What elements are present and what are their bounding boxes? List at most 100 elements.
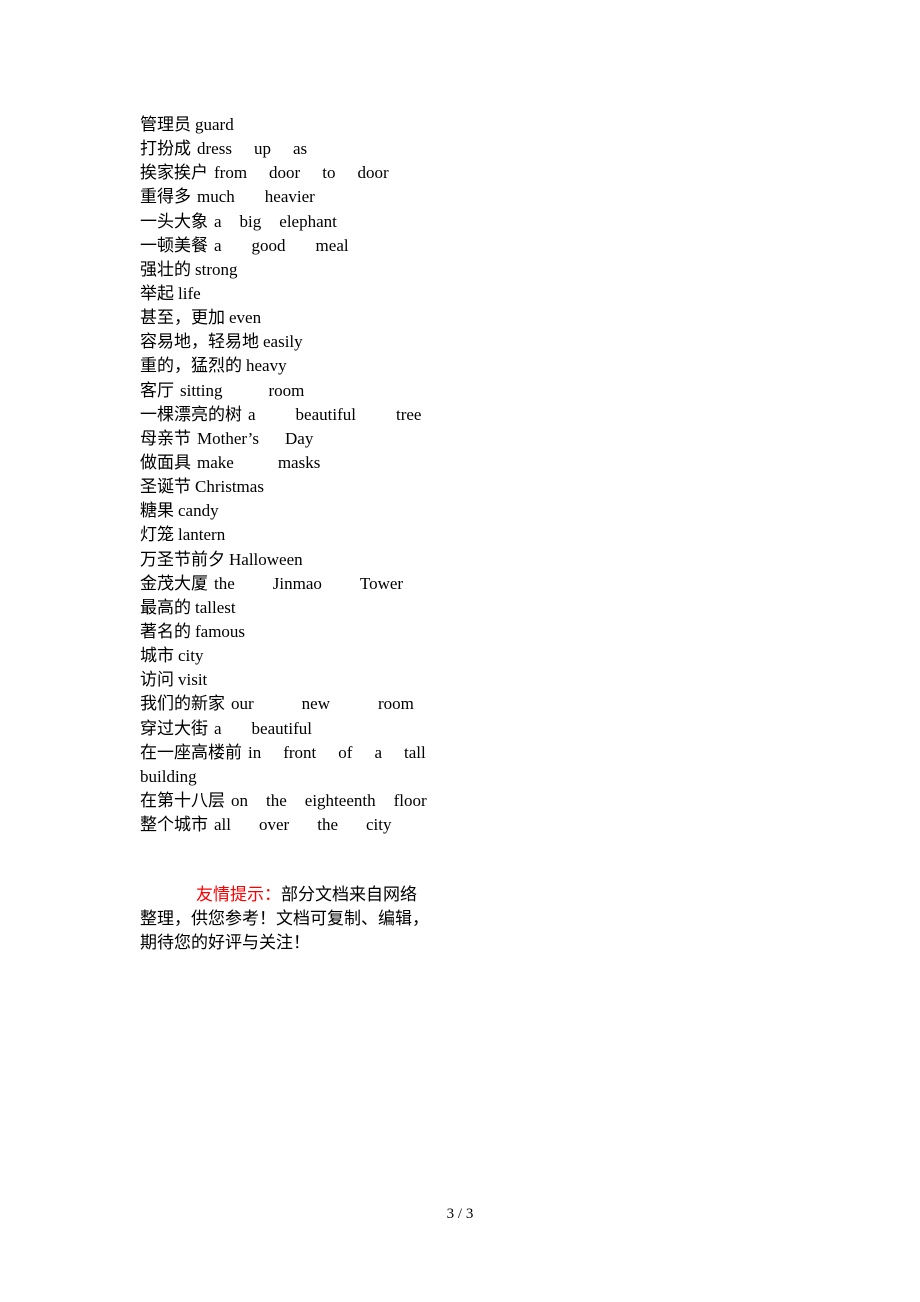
vocab-word: city (178, 646, 204, 666)
vocab-english: Christmas (195, 475, 460, 499)
vocab-word: in (248, 742, 262, 762)
vocab-chinese: 容易地，轻易地 (140, 332, 259, 352)
vocab-chinese: 万圣节前夕 (140, 549, 225, 569)
vocab-word: Christmas (195, 477, 264, 497)
vocab-english: city (178, 644, 460, 668)
notice-first-line: 友情提示：部分文档来自网络 (140, 883, 450, 907)
vocab-word: big (239, 211, 262, 231)
vocab-entry: 最高的 tallest (140, 596, 460, 620)
vocab-word: a (214, 718, 222, 738)
vocab-english: all over the city (214, 813, 460, 837)
vocab-english: strong (195, 258, 460, 282)
vocab-word: floor (393, 790, 427, 810)
vocab-chinese: 著名的 (140, 621, 191, 641)
vocab-word: eighteenth (304, 790, 376, 810)
vocab-word: all (214, 815, 231, 835)
notice-text-2: 整理，供您参考！文档可复制、编辑， (140, 909, 429, 929)
vocab-entry: 圣诞节 Christmas (140, 475, 460, 499)
page-number: 3 / 3 (446, 1206, 474, 1222)
vocab-word: Mother’s (197, 428, 260, 448)
vocab-chinese: 母亲节 (140, 428, 191, 448)
vocab-word: of (338, 742, 353, 762)
vocab-entry: 灯笼 lantern (140, 523, 460, 547)
vocab-entry: 强壮的 strong (140, 258, 460, 282)
vocab-chinese: 圣诞节 (140, 477, 191, 497)
vocab-word: much (197, 187, 235, 207)
vocab-english: candy (178, 499, 460, 523)
vocab-word: heavier (264, 187, 315, 207)
vocab-entry: 著名的 famous (140, 620, 460, 644)
vocab-entry: 容易地，轻易地 easily (140, 330, 460, 354)
vocab-entry: 在一座高楼前 in front of a tall (140, 741, 460, 765)
vocab-entry: 举起 life (140, 282, 460, 306)
vocab-english: a big elephant (214, 210, 460, 234)
vocab-word: the (214, 573, 235, 593)
vocab-word: over (259, 815, 290, 835)
vocab-chinese: 在一座高楼前 (140, 742, 242, 762)
vocab-word: new (301, 694, 330, 714)
vocab-word: Jinmao (272, 573, 322, 593)
vocab-word: tallest (195, 597, 236, 617)
vocab-entry: 母亲节 Mother’s Day (140, 427, 460, 451)
vocab-english: the Jinmao Tower (214, 572, 460, 596)
vocab-chinese: 重的，猛烈的 (140, 356, 242, 376)
vocab-entry: 穿过大街 a beautiful (140, 717, 460, 741)
notice-text-1: 部分文档来自网络 (281, 885, 417, 904)
friendly-notice: 友情提示：部分文档来自网络 整理，供您参考！文档可复制、编辑， 期待您的好评与关… (140, 883, 450, 956)
vocab-word: beautiful (295, 404, 356, 424)
vocab-entry: 城市 city (140, 644, 460, 668)
vocab-entry: 一顿美餐 a good meal (140, 234, 460, 258)
notice-text-3: 期待您的好评与关注！ (140, 933, 310, 953)
vocab-word: meal (315, 235, 349, 255)
vocab-word: front (283, 742, 317, 762)
vocab-word: a (214, 235, 222, 255)
vocab-word: our (231, 694, 254, 714)
vocab-word: Tower (359, 573, 404, 593)
vocab-word: a (214, 211, 222, 231)
vocab-word: guard (195, 115, 234, 134)
vocab-entry: 客厅 sitting room (140, 379, 460, 403)
vocab-word: the (266, 790, 287, 810)
vocab-word: a (374, 742, 382, 762)
vocab-entry: 管理员 guard (140, 113, 460, 137)
vocab-english: tallest (195, 596, 460, 620)
vocab-chinese: 重得多 (140, 187, 191, 207)
vocab-word: door (357, 163, 389, 183)
vocab-word: elephant (279, 211, 337, 231)
vocab-word: Day (285, 428, 314, 448)
vocab-english: guard (195, 113, 460, 137)
vocab-word: heavy (246, 356, 287, 376)
vocab-chinese: 在第十八层 (140, 790, 225, 810)
vocab-entry: 打扮成 dress up as (140, 137, 460, 161)
vocab-word: candy (178, 501, 219, 521)
vocab-word: sitting (180, 380, 223, 400)
vocab-english: on the eighteenth floor (231, 789, 460, 813)
vocab-word: good (251, 235, 286, 255)
vocab-word: Halloween (229, 549, 303, 569)
vocab-entry: 糖果 candy (140, 499, 460, 523)
vocab-english: much heavier (197, 185, 460, 209)
vocab-english: a beautiful (214, 717, 460, 741)
vocab-word: city (366, 815, 392, 835)
vocab-chinese: 整个城市 (140, 815, 208, 835)
vocab-english: heavy (246, 354, 460, 378)
vocab-chinese: 金茂大厦 (140, 573, 208, 593)
vocab-word: the (317, 815, 338, 835)
vocab-entry: 挨家挨户 from door to door (140, 161, 460, 185)
vocab-word: famous (195, 621, 246, 641)
vocab-english: a beautiful tree (248, 403, 460, 427)
vocab-chinese: 一顿美餐 (140, 235, 208, 255)
vocab-chinese: 我们的新家 (140, 694, 225, 714)
vocab-entry: 我们的新家 our new room (140, 692, 460, 716)
vocab-english: lantern (178, 523, 460, 547)
vocab-english: Halloween (229, 548, 460, 572)
vocab-chinese: 管理员 (140, 115, 191, 134)
vocab-word: masks (277, 452, 321, 472)
vocab-word: life (178, 283, 201, 303)
vocab-english: life (178, 282, 460, 306)
vocab-word: dress (197, 139, 232, 159)
vocab-english: easily (263, 330, 460, 354)
vocab-word: visit (178, 670, 208, 690)
vocabulary-list: 管理员 guard 打扮成 dress up as 挨家挨户 from door to door 重得… (140, 113, 460, 837)
vocab-word: make (197, 452, 234, 472)
